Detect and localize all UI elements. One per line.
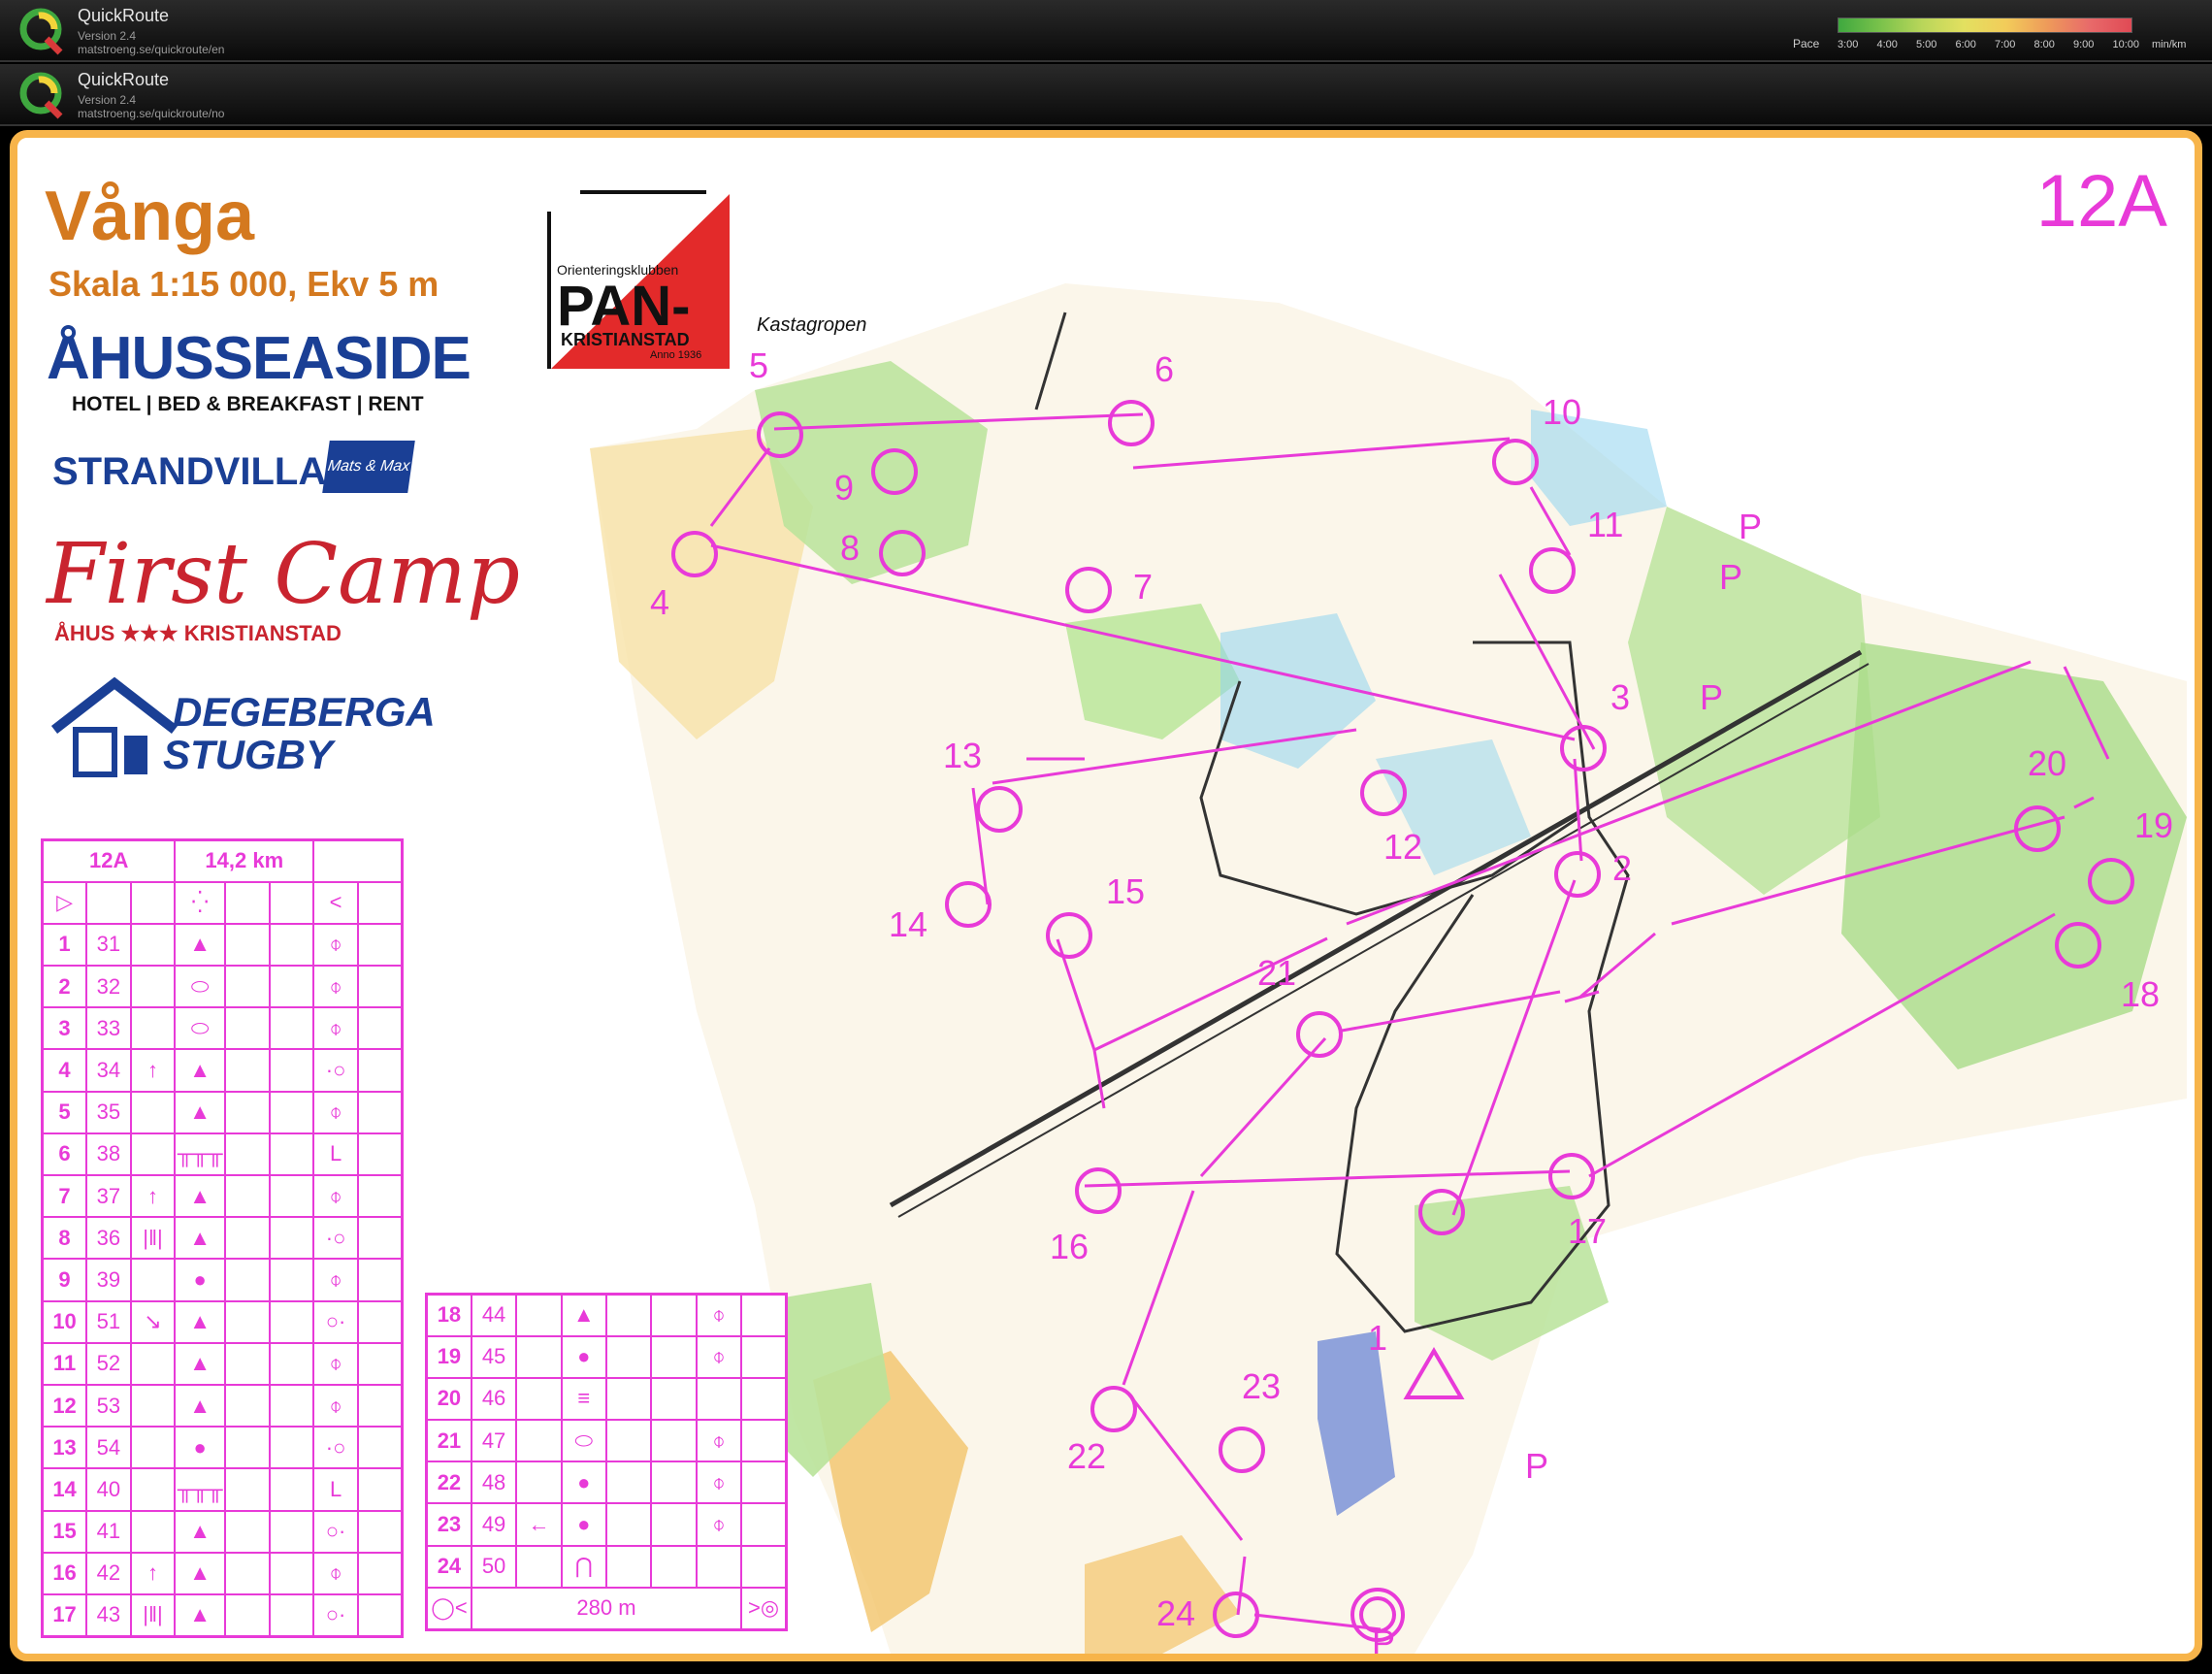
control-label: 7 [1133,567,1154,607]
desc-row: 5 35 ▲ ⌽ [41,1090,404,1134]
desc-row: 15 41 ▲ ○· [41,1509,404,1554]
control-description-left: 12A 14,2 km ▷ ⁛ < 1 31 ▲ ⌽ 2 32 ⬭ ⌽ 3 33 ⬭ ⌽ 4 34 ↑… [41,838,404,1638]
desc-row: 4 34 ↑ ▲ ·○ [41,1048,404,1093]
desc-row: 9 39 ● ⌽ [41,1258,404,1302]
control-label: 21 [1257,953,1297,993]
control-label: 2 [1612,848,1633,888]
sponsor-ahusseaside: ÅHUSSEASIDE HOTEL | BED & BREAKFAST | RE… [47,324,472,416]
desc-row: 10 51 ↘ ▲ ○· [41,1299,404,1344]
club-anno: Anno 1936 [650,349,702,361]
control-label: 24 [1156,1593,1196,1633]
parking-label: P [1372,1623,1396,1661]
app-title: QuickRoute [78,70,170,89]
parking-label: P [1719,557,1743,597]
desc-row: 24 50 ⋂ [425,1544,788,1589]
control-label: 20 [2028,743,2067,783]
control-label: 6 [1155,349,1175,389]
house-icon [50,676,179,777]
desc-row: 2 32 ⬭ ⌽ [41,965,404,1009]
finish-start-icon: ◯< [425,1586,472,1631]
control-label: 19 [2134,805,2174,845]
control-label: 1 [1368,1318,1388,1358]
finish-icon: >◎ [740,1586,788,1631]
desc-row: 13 54 ● ·○ [41,1426,404,1470]
desc-row: 1 31 ▲ ⌽ [41,922,404,968]
desc-row: 21 47 ⬭ ⌽ [425,1419,788,1463]
desc-class: 12A [41,838,177,883]
club-name: PAN- [557,275,691,338]
desc-row: 12 53 ▲ ⌽ [41,1383,404,1428]
control-label: 22 [1067,1436,1107,1476]
control-label: 15 [1106,871,1146,911]
quickroute-logo-icon [19,8,63,55]
control-label: 11 [1587,505,1624,544]
finish-distance: 280 m [470,1586,743,1631]
control-label: 16 [1050,1227,1090,1266]
map-canvas[interactable]: Vånga Skala 1:15 000, Ekv 5 m 12A Kastag… [10,130,2202,1661]
control-label: 4 [650,582,670,622]
control-label: 23 [1242,1366,1282,1406]
quickroute-bar-en: QuickRoute Version 2.4 matstroeng.se/qui… [0,0,2212,62]
start-feature-icon: ⁛ [174,880,227,925]
control-label: 14 [889,904,928,944]
desc-row: 16 42 ↑ ▲ ⌽ [41,1551,404,1595]
sponsor-firstcamp-sub: ÅHUS ★★★ KRISTIANSTAD [54,621,342,645]
desc-row: 3 33 ⬭ ⌽ [41,1006,404,1051]
app-version: Version 2.4 matstroeng.se/quickroute/en [78,29,225,56]
desc-finish-row: ◯< 280 m >◎ [425,1586,788,1631]
start-location-icon: < [312,880,359,925]
class-code: 12A [2035,160,2167,243]
parking-label: P [1700,677,1724,717]
control-label: 8 [840,528,861,568]
sponsor-strandvillan: STRANDVILLAN [52,450,355,493]
sponsor-degeberga: DEGEBERGA STUGBY [163,689,436,777]
desc-length: 14,2 km [174,838,315,883]
desc-row: 23 49 ← ● ⌽ [425,1502,788,1547]
app-version: Version 2.4 matstroeng.se/quickroute/no [78,93,225,120]
place-name: Kastagropen [757,314,867,336]
parking-label: P [1739,507,1763,546]
club-sub: KRISTIANSTAD [561,330,690,349]
desc-row: 14 40 ╥╥╥ L [41,1467,404,1512]
control-label: 13 [943,736,983,775]
pace-label: Pace [1793,37,1820,50]
map-title: Vånga [45,178,255,255]
desc-row: 18 44 ▲ ⌽ [425,1293,788,1337]
control-label: 17 [1568,1211,1608,1251]
sponsor-firstcamp: First Camp [47,526,520,623]
parking-label: P [1525,1446,1549,1486]
control-description-right: 18 44 ▲ ⌽ 19 45 ● ⌽ 20 46 ≡ 21 47 ⬭ ⌽ 22 48 ● ⌽ 23 49 ← ●… [425,1293,788,1631]
pace-color-scale [1838,17,2132,33]
desc-row: 22 48 ● ⌽ [425,1461,788,1505]
sponsor-strandvillan-badge: Mats & Max [322,441,415,493]
app-title: QuickRoute [78,6,170,25]
desc-row: 11 52 ▲ ⌽ [41,1341,404,1386]
pace-ticks: 3:00 4:00 5:00 6:00 7:00 8:00 9:00 10:00… [1838,39,2187,50]
desc-row: 7 37 ↑ ▲ ⌽ [41,1173,404,1219]
map-scale: Skala 1:15 000, Ekv 5 m [49,264,439,304]
control-label: 18 [2121,974,2161,1014]
start-symbol-icon: ▷ [41,880,88,925]
desc-row: 6 38 ╥╥╥ L [41,1132,404,1177]
sponsor-ahusseaside-name: ÅHUSSEASIDE [47,325,472,392]
desc-row: 8 36 |‖| ▲ ·○ [41,1216,404,1261]
quickroute-logo-icon [19,72,63,119]
desc-row: 17 43 |‖| ▲ ○· [41,1592,404,1638]
control-label: 10 [1543,392,1582,432]
control-label: 3 [1610,677,1631,717]
quickroute-bar-no: QuickRoute Version 2.4 matstroeng.se/qui… [0,64,2212,126]
control-label: 12 [1383,827,1423,867]
desc-row: 20 46 ≡ [425,1376,788,1422]
sponsor-ahusseaside-tagline: HOTEL | BED & BREAKFAST | RENT [72,393,424,415]
desc-row: 19 45 ● ⌽ [425,1334,788,1379]
control-label: 9 [834,468,855,508]
control-label: 5 [749,345,769,385]
